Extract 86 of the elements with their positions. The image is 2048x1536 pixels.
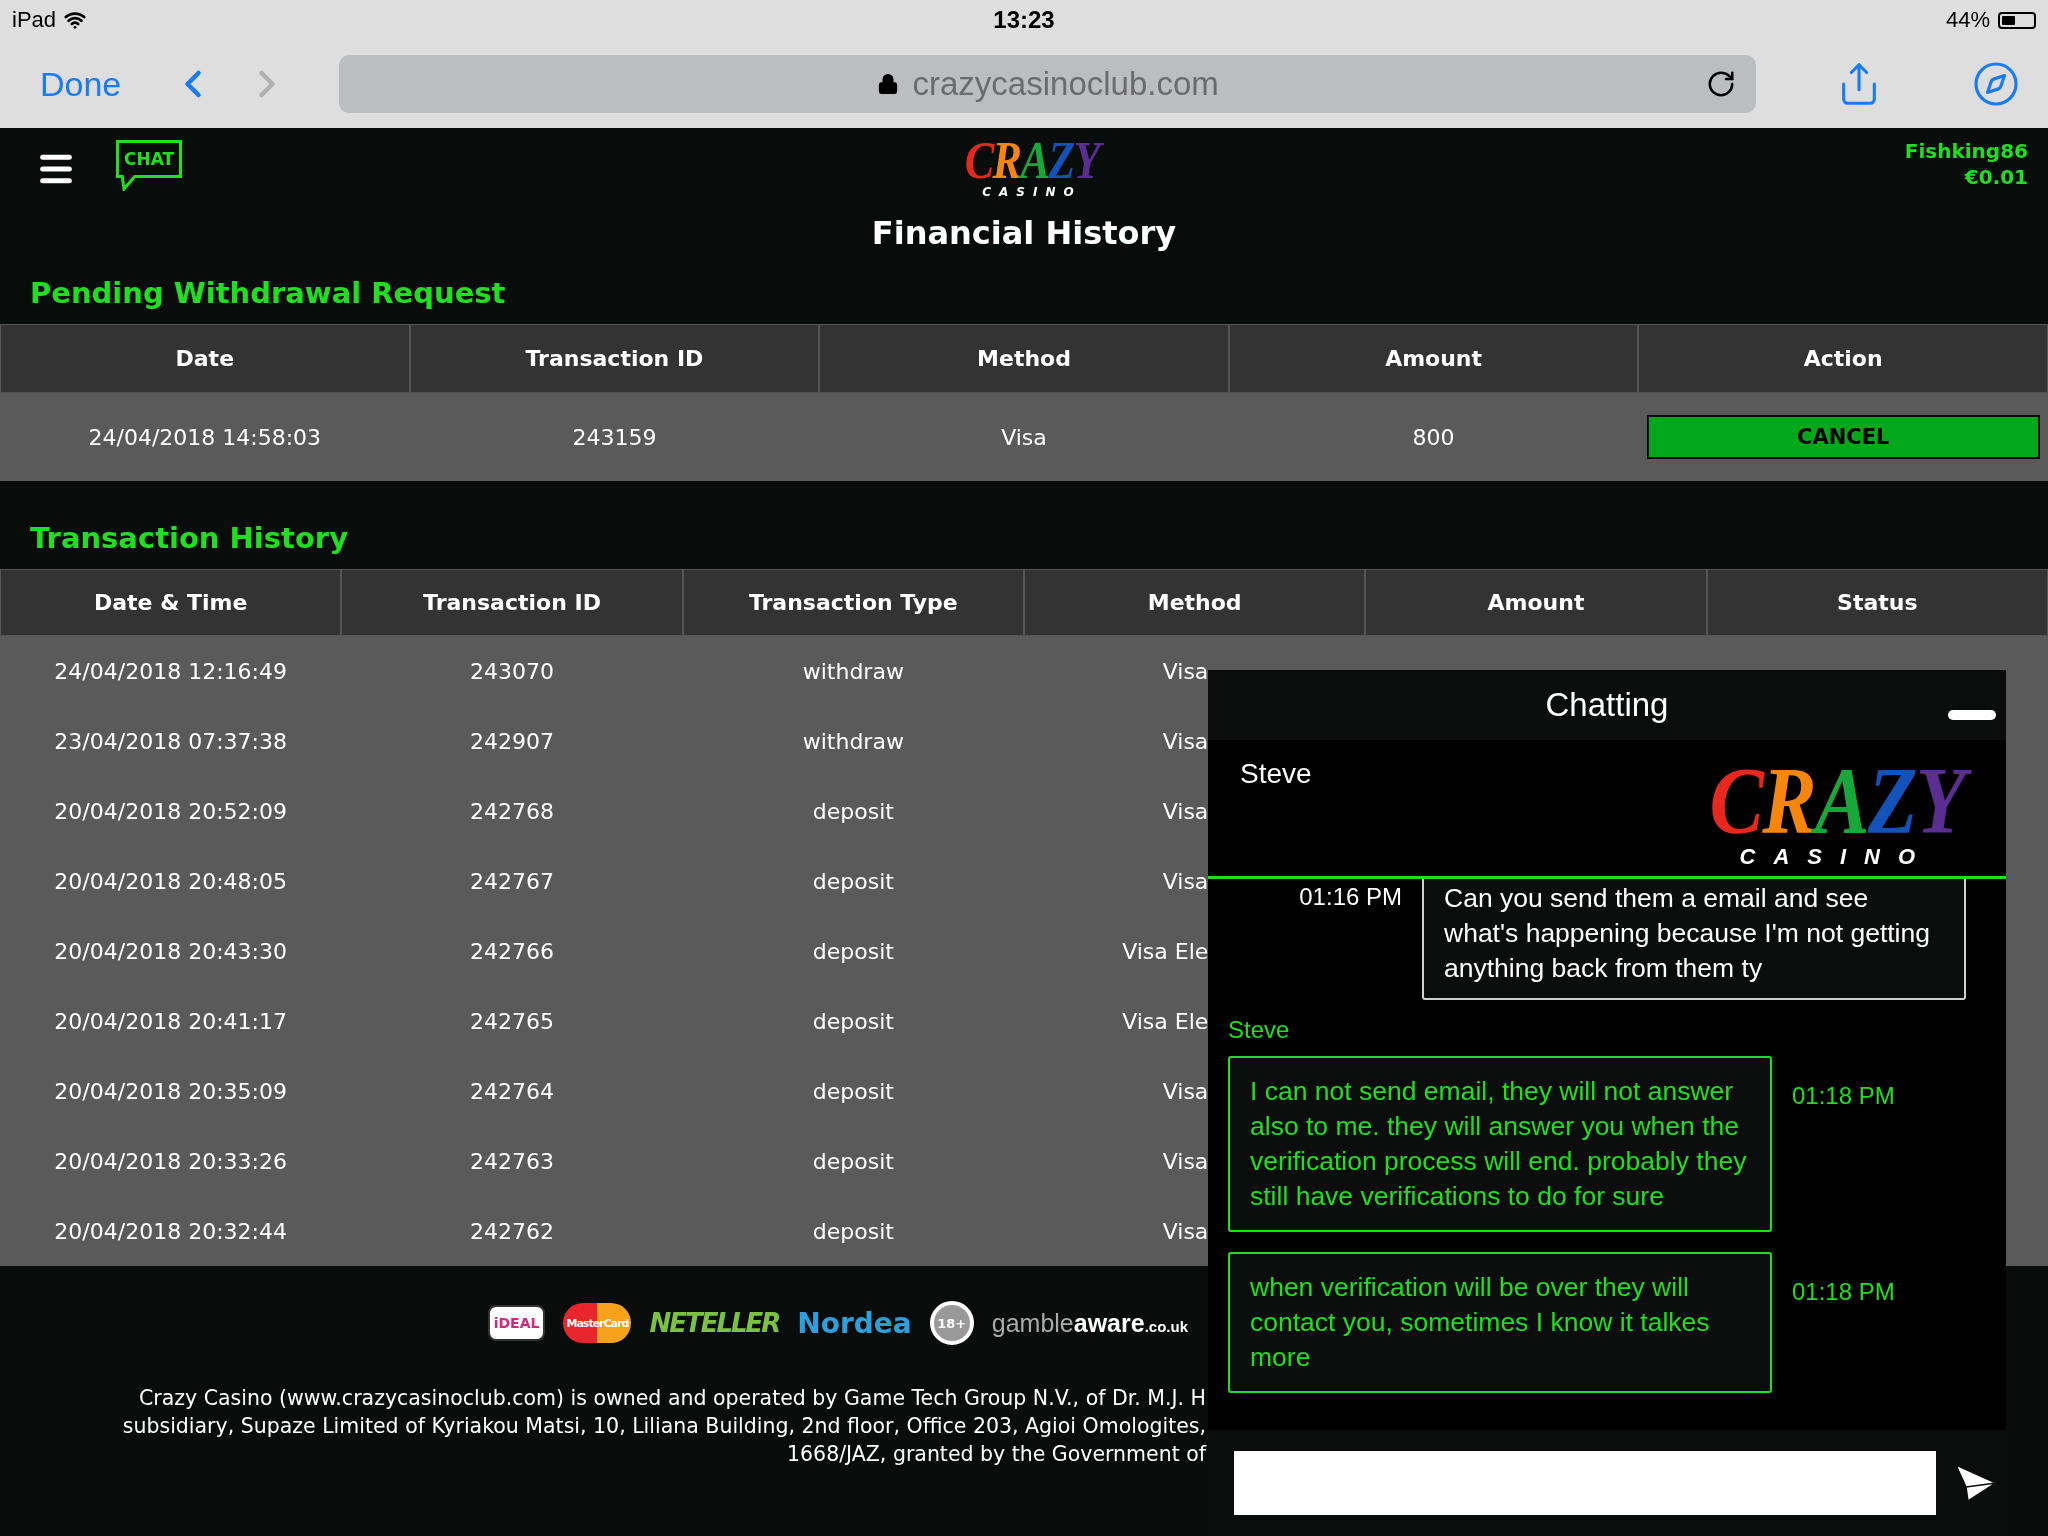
table-cell-text: 20/04/2018 20:35:09 bbox=[53, 1077, 288, 1106]
table-cell: Visa bbox=[1162, 728, 1209, 754]
legal-text: subsidiary, Supaze Limited of Kyriakou Matsi, 10, Liliana Building, 2nd floor, Office 203, Agioi Omologites, bbox=[122, 1413, 1206, 1440]
table-cell-text: Visa bbox=[1000, 423, 1048, 452]
table-cell-text: 242767 bbox=[469, 867, 555, 896]
table-cell-text: 242768 bbox=[469, 797, 555, 826]
device-name: iPad bbox=[12, 7, 57, 33]
column-header: Status bbox=[1706, 569, 2048, 636]
column-header: Date bbox=[0, 324, 410, 393]
age-badge: 18+ bbox=[929, 1301, 974, 1345]
legal-text: 1668/JAZ, granted by the Government of bbox=[787, 1441, 1206, 1468]
message-time: 01:16 PM bbox=[1299, 882, 1402, 911]
table-cell: Visa bbox=[1162, 1218, 1209, 1244]
table-cell-text: 243159 bbox=[571, 423, 658, 452]
table-cell-text: 24/04/2018 14:58:03 bbox=[87, 423, 323, 452]
column-header: Amount bbox=[1228, 324, 1639, 393]
table-cell-text: withdraw bbox=[801, 727, 905, 756]
nordea-logo: Nordea bbox=[797, 1306, 912, 1340]
table-cell-text: 242765 bbox=[469, 1007, 555, 1036]
message-bubble: Can you send them a email and see what's happening because I'm not getting anything back from them ty bbox=[1422, 879, 1966, 1000]
minimize-button[interactable] bbox=[1948, 710, 1996, 720]
table-cell-text: 242762 bbox=[469, 1217, 555, 1246]
table-cell: Visa bbox=[1162, 798, 1209, 824]
message-bubble: when verification will be over they will contact you, sometimes I know it talkes more bbox=[1228, 1252, 1772, 1393]
table-cell: Visa bbox=[1162, 658, 1209, 684]
column-header: Transaction Type bbox=[682, 569, 1024, 636]
page-title: Financial History bbox=[870, 214, 1178, 252]
cancel-button[interactable]: CANCEL bbox=[1646, 415, 2040, 459]
table-cell-text: deposit bbox=[811, 1217, 895, 1246]
wifi-icon bbox=[64, 9, 87, 31]
column-header: Transaction ID bbox=[409, 324, 820, 393]
logo: CRAZY CASINO bbox=[953, 138, 1111, 199]
table-cell-text: 800 bbox=[1411, 423, 1456, 452]
chat-title: Chatting bbox=[1545, 686, 1669, 724]
ideal-logo: iDEAL bbox=[487, 1305, 546, 1341]
table-cell-text: 242763 bbox=[469, 1147, 555, 1176]
table-cell-text: 20/04/2018 20:32:44 bbox=[53, 1217, 288, 1246]
table-cell-text: deposit bbox=[811, 1147, 895, 1176]
lock-icon bbox=[876, 73, 899, 95]
legal-text: Crazy Casino (www.crazycasinoclub.com) is owned and operated by Game Tech Group N.V., of Dr. M.J. H bbox=[138, 1385, 1206, 1412]
table-cell: Visa bbox=[1162, 868, 1209, 894]
table-cell-text: 24/04/2018 12:16:49 bbox=[53, 657, 288, 686]
column-header: Method bbox=[1024, 569, 1366, 636]
table-cell: Visa Ele bbox=[1122, 1008, 1209, 1034]
table-cell: Visa bbox=[1162, 1078, 1209, 1104]
message-input[interactable] bbox=[1234, 1451, 1936, 1515]
column-header: Transaction ID bbox=[341, 569, 683, 636]
sender-name: Steve bbox=[1228, 1016, 1291, 1044]
column-header: Method bbox=[819, 324, 1229, 393]
section-heading: Transaction History bbox=[29, 520, 350, 557]
table-cell-text: deposit bbox=[811, 1077, 895, 1106]
table-cell-text: 23/04/2018 07:37:38 bbox=[53, 727, 288, 756]
table-cell-text: 20/04/2018 20:33:26 bbox=[53, 1147, 288, 1176]
table-cell-text: deposit bbox=[811, 1007, 895, 1036]
column-header: Amount bbox=[1365, 569, 1707, 636]
message-time: 01:18 PM bbox=[1792, 1081, 1896, 1110]
balance: €0.01 bbox=[1964, 164, 2028, 190]
compass-icon[interactable] bbox=[1972, 60, 2020, 108]
table-cell-text: 20/04/2018 20:41:17 bbox=[53, 1007, 288, 1036]
battery-percent: 44% bbox=[1945, 7, 1990, 33]
message-bubble: I can not send email, they will not answer also to me. they will answer you when the verification process will end. probably they still have verifications to do for sure bbox=[1228, 1056, 1772, 1232]
agent-name: Steve bbox=[1240, 758, 1312, 791]
neteller-logo: NETELLER bbox=[649, 1308, 780, 1338]
table-cell-text: 20/04/2018 20:43:30 bbox=[53, 937, 288, 966]
table-cell: Visa Ele bbox=[1122, 938, 1209, 964]
column-header: Date & Time bbox=[0, 569, 342, 636]
table-cell-text: deposit bbox=[811, 867, 895, 896]
table-cell-text: withdraw bbox=[801, 657, 905, 686]
mastercard-logo: MasterCard bbox=[563, 1303, 632, 1343]
table-cell-text: 242907 bbox=[469, 727, 555, 756]
table-cell-text: 20/04/2018 20:52:09 bbox=[53, 797, 288, 826]
column-header: Action bbox=[1638, 324, 2048, 393]
table-cell-text: 243070 bbox=[469, 657, 555, 686]
table-cell-text: 242766 bbox=[469, 937, 555, 966]
table-cell-text: deposit bbox=[811, 937, 895, 966]
table-cell-text: 242764 bbox=[469, 1077, 555, 1106]
username: Fishking86 bbox=[1904, 138, 2028, 164]
section-heading: Pending Withdrawal Request bbox=[29, 275, 507, 312]
message-time: 01:18 PM bbox=[1792, 1277, 1896, 1306]
clock: 13:23 bbox=[993, 6, 1055, 34]
reload-icon[interactable] bbox=[1706, 69, 1736, 99]
table-cell-text: 20/04/2018 20:48:05 bbox=[53, 867, 288, 896]
table-cell-text: deposit bbox=[811, 797, 895, 826]
battery-icon bbox=[1998, 11, 2036, 29]
table-cell: Visa bbox=[1162, 1148, 1209, 1174]
gambleaware-logo: gambleaware.co.uk bbox=[991, 1308, 1188, 1338]
